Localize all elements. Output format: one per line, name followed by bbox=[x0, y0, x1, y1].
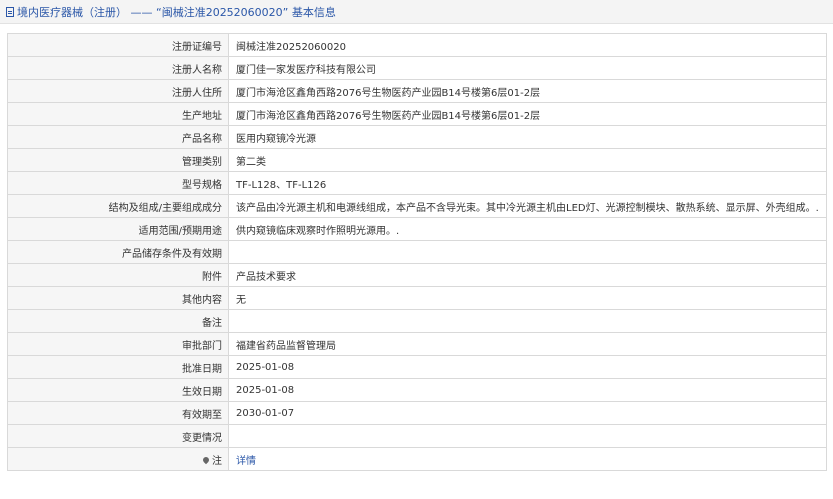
table-row: 生产地址 厦门市海沧区鑫角西路2076号生物医药产业园B14号楼第6层01-2层 bbox=[7, 102, 827, 126]
row-value: 产品技术要求 bbox=[228, 263, 827, 287]
row-value bbox=[228, 309, 827, 333]
row-label: 生产地址 bbox=[7, 102, 229, 126]
table-row: 批准日期 2025-01-08 bbox=[7, 355, 827, 379]
note-label-cell: 注 bbox=[7, 447, 229, 471]
row-value bbox=[228, 424, 827, 448]
table-row: 审批部门 福建省药品监督管理局 bbox=[7, 332, 827, 356]
row-value: 该产品由冷光源主机和电源线组成，本产品不含导光束。其中冷光源主机由LED灯、光源… bbox=[228, 194, 827, 218]
row-value bbox=[228, 240, 827, 264]
note-label: 注 bbox=[212, 455, 222, 467]
table-row: 产品名称 医用内窥镜冷光源 bbox=[7, 125, 827, 149]
row-label: 注册人名称 bbox=[7, 56, 229, 80]
row-label: 适用范围/预期用途 bbox=[7, 217, 229, 241]
row-label: 有效期至 bbox=[7, 401, 229, 425]
page-title: 境内医疗器械（注册） —— “闽械注准20252060020” 基本信息 bbox=[17, 5, 336, 19]
row-value: 2025-01-08 bbox=[228, 378, 827, 402]
row-label: 批准日期 bbox=[7, 355, 229, 379]
table-row: 适用范围/预期用途 供内窥镜临床观察时作照明光源用。. bbox=[7, 217, 827, 241]
page-header: 境内医疗器械（注册） —— “闽械注准20252060020” 基本信息 bbox=[0, 0, 833, 24]
table-row: 管理类别 第二类 bbox=[7, 148, 827, 172]
row-label: 结构及组成/主要组成成分 bbox=[7, 194, 229, 218]
table-row: 注册人住所 厦门市海沧区鑫角西路2076号生物医药产业园B14号楼第6层01-2… bbox=[7, 79, 827, 103]
table-row: 注册人名称 厦门佳一家发医疗科技有限公司 bbox=[7, 56, 827, 80]
table-row: 变更情况 bbox=[7, 424, 827, 448]
row-label: 生效日期 bbox=[7, 378, 229, 402]
row-label: 产品储存条件及有效期 bbox=[7, 240, 229, 264]
row-label: 变更情况 bbox=[7, 424, 229, 448]
row-value: 2030-01-07 bbox=[228, 401, 827, 425]
row-value: 厦门市海沧区鑫角西路2076号生物医药产业园B14号楼第6层01-2层 bbox=[228, 102, 827, 126]
row-value: 供内窥镜临床观察时作照明光源用。. bbox=[228, 217, 827, 241]
row-value: TF-L128、TF-L126 bbox=[228, 171, 827, 195]
row-value: 厦门佳一家发医疗科技有限公司 bbox=[228, 56, 827, 80]
row-label: 附件 bbox=[7, 263, 229, 287]
row-value: 2025-01-08 bbox=[228, 355, 827, 379]
table-row: 型号规格 TF-L128、TF-L126 bbox=[7, 171, 827, 195]
table-row: 生效日期 2025-01-08 bbox=[7, 378, 827, 402]
row-value: 厦门市海沧区鑫角西路2076号生物医药产业园B14号楼第6层01-2层 bbox=[228, 79, 827, 103]
row-label: 注册证编号 bbox=[7, 33, 229, 57]
table-row: 备注 bbox=[7, 309, 827, 333]
row-value: 福建省药品监督管理局 bbox=[228, 332, 827, 356]
row-value: 闽械注准20252060020 bbox=[228, 33, 827, 57]
row-value: 第二类 bbox=[228, 148, 827, 172]
details-link[interactable]: 详情 bbox=[236, 456, 256, 467]
table-row: 产品储存条件及有效期 bbox=[7, 240, 827, 264]
row-label: 其他内容 bbox=[7, 286, 229, 310]
table-row: 其他内容 无 bbox=[7, 286, 827, 310]
info-table: 注册证编号 闽械注准20252060020 注册人名称 厦门佳一家发医疗科技有限… bbox=[7, 33, 827, 471]
row-label: 型号规格 bbox=[7, 171, 229, 195]
row-value: 无 bbox=[228, 286, 827, 310]
row-label: 审批部门 bbox=[7, 332, 229, 356]
table-row: 结构及组成/主要组成成分 该产品由冷光源主机和电源线组成，本产品不含导光束。其中… bbox=[7, 194, 827, 218]
row-label: 备注 bbox=[7, 309, 229, 333]
note-value-cell: 详情 bbox=[228, 447, 827, 471]
pin-icon bbox=[201, 455, 211, 464]
note-row: 注 详情 bbox=[7, 447, 827, 471]
row-label: 管理类别 bbox=[7, 148, 229, 172]
table-row: 有效期至 2030-01-07 bbox=[7, 401, 827, 425]
row-label: 注册人住所 bbox=[7, 79, 229, 103]
row-value: 医用内窥镜冷光源 bbox=[228, 125, 827, 149]
row-label: 产品名称 bbox=[7, 125, 229, 149]
table-row: 注册证编号 闽械注准20252060020 bbox=[7, 33, 827, 57]
table-row: 附件 产品技术要求 bbox=[7, 263, 827, 287]
document-icon bbox=[6, 6, 14, 17]
